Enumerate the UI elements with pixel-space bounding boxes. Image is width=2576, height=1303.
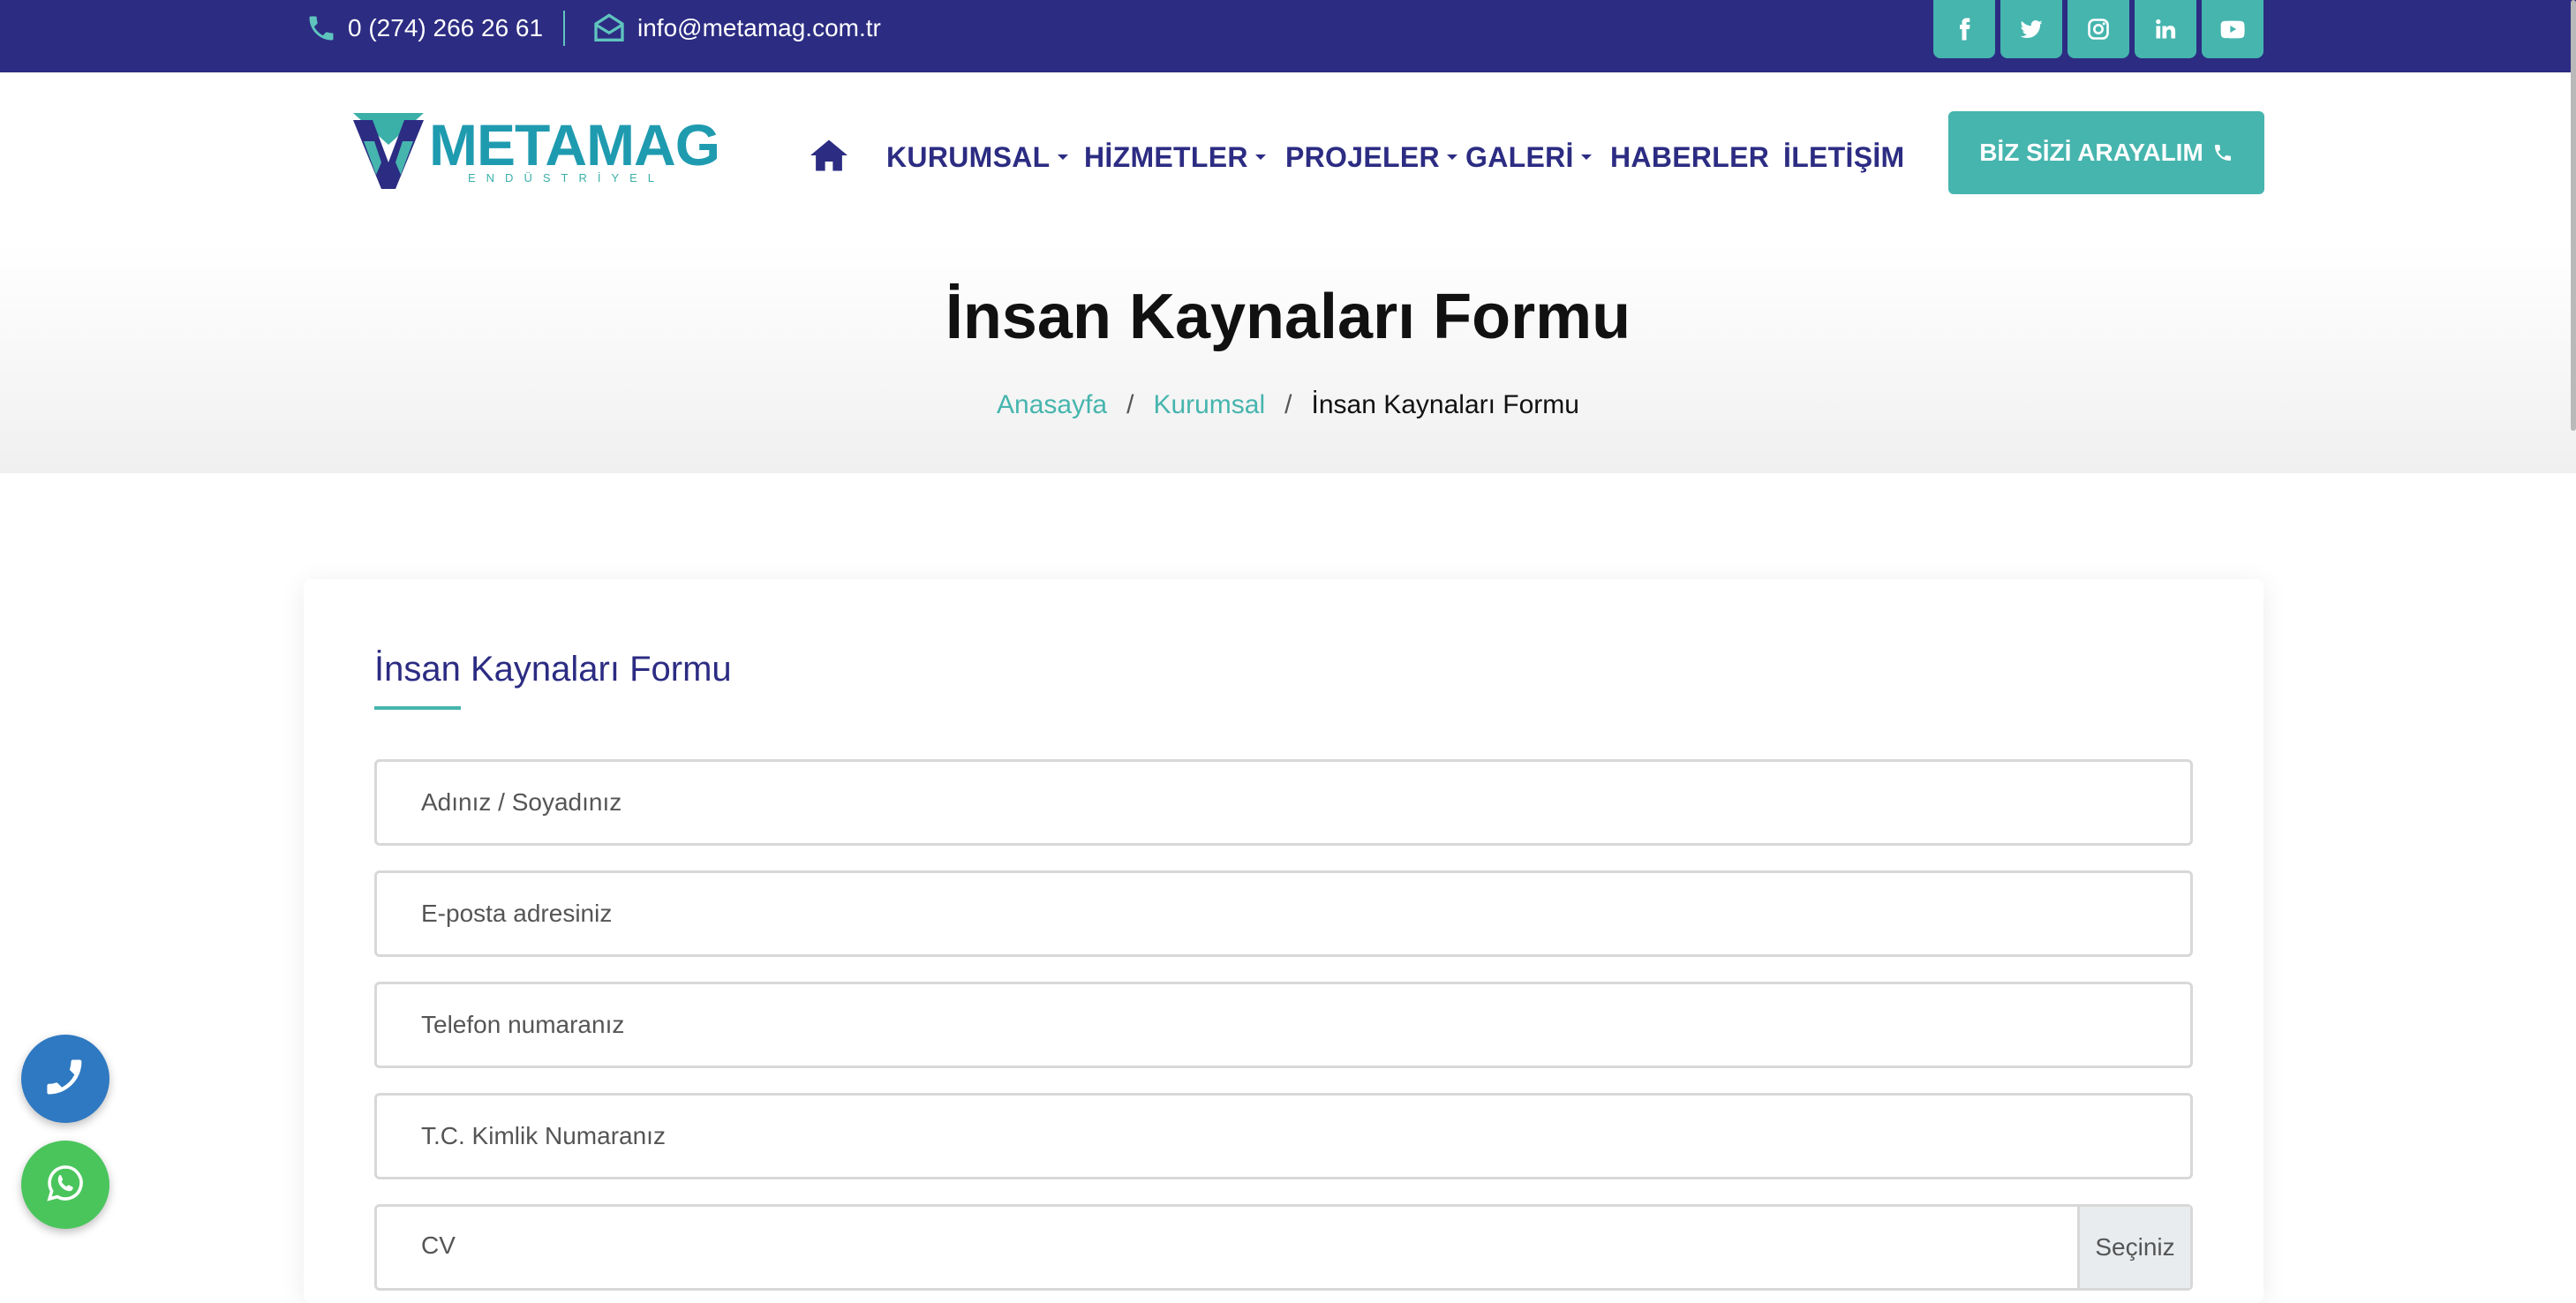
main-header: METAMAG ENDÜSTRİYEL KURUMSAL HİZMETLER P… [0, 72, 2576, 242]
cv-browse-button[interactable]: Seçiniz [2077, 1207, 2190, 1288]
caret-down-icon [1254, 154, 1266, 160]
nav-item-label: İLETİŞİM [1783, 140, 1905, 173]
nav-item-label: KURUMSAL [886, 140, 1051, 173]
breadcrumb-parent-link[interactable]: Kurumsal [1153, 390, 1265, 420]
breadcrumb-separator: / [1284, 390, 1292, 419]
nav-item-kurumsal[interactable]: KURUMSAL [886, 72, 1068, 242]
floating-call-button[interactable] [21, 1035, 109, 1123]
full-name-input[interactable] [374, 759, 2193, 846]
form-title-underline [374, 706, 461, 710]
nav-item-iletisim[interactable]: İLETİŞİM [1783, 72, 1905, 242]
caret-down-icon [1580, 154, 1592, 160]
floating-whatsapp-button[interactable] [21, 1141, 109, 1229]
twitter-icon [2018, 16, 2045, 42]
topbar-phone-link[interactable]: 0 (274) 266 26 61 [305, 0, 543, 56]
phone-icon [42, 1054, 88, 1104]
instagram-icon [2086, 17, 2111, 41]
breadcrumb-current: İnsan Kaynaları Formu [1311, 390, 1579, 419]
breadcrumb: Anasayfa / Kurumsal / İnsan Kaynaları Fo… [0, 390, 2576, 420]
nav-item-haberler[interactable]: HABERLER [1610, 72, 1769, 242]
youtube-icon [2218, 15, 2247, 43]
callback-button-label: BİZ SİZİ ARAYALIM [1979, 139, 2203, 166]
linkedin-icon [2153, 17, 2178, 41]
caret-down-icon [1446, 154, 1457, 160]
nav-item-label: HİZMETLER [1084, 140, 1248, 173]
nav-item-projeler[interactable]: PROJELER [1285, 72, 1457, 242]
twitter-link[interactable] [2000, 0, 2062, 58]
callback-request-button[interactable]: BİZ SİZİ ARAYALIM [1948, 111, 2264, 194]
hr-form-card: İnsan Kaynaları Formu CV Seçiniz [304, 579, 2263, 1303]
topbar-email-text: info@metamag.com.tr [637, 14, 881, 41]
breadcrumb-separator: / [1126, 390, 1134, 419]
home-icon [810, 138, 847, 177]
phone-input[interactable] [374, 982, 2193, 1068]
linkedin-link[interactable] [2135, 0, 2196, 58]
logo-subtitle: ENDÜSTRİYEL [468, 171, 666, 185]
youtube-link[interactable] [2202, 0, 2263, 58]
whatsapp-icon [44, 1162, 87, 1209]
instagram-link[interactable] [2068, 0, 2129, 58]
tc-id-input[interactable] [374, 1093, 2193, 1179]
top-bar: 0 (274) 266 26 61 info@metamag.com.tr [0, 0, 2576, 72]
site-logo[interactable]: METAMAG ENDÜSTRİYEL [351, 111, 720, 191]
breadcrumb-home-link[interactable]: Anasayfa [997, 390, 1107, 420]
nav-item-label: PROJELER [1285, 140, 1440, 173]
topbar-phone-text: 0 (274) 266 26 61 [348, 14, 544, 41]
page-scrollbar[interactable] [2571, 0, 2576, 431]
cv-file-input[interactable]: CV Seçiniz [374, 1204, 2193, 1291]
nav-item-hizmetler[interactable]: HİZMETLER [1084, 72, 1266, 242]
page-title: İnsan Kaynaları Formu [945, 282, 1631, 352]
facebook-link[interactable] [1933, 0, 1995, 58]
topbar-email-link[interactable]: info@metamag.com.tr [591, 0, 881, 56]
topbar-divider [563, 11, 565, 46]
phone-icon [2203, 142, 2233, 163]
facebook-icon [1951, 16, 1977, 42]
form-title: İnsan Kaynaları Formu [374, 650, 732, 689]
nav-home-link[interactable] [810, 72, 847, 242]
phone-icon [305, 12, 337, 44]
envelope-open-icon [591, 11, 627, 46]
caret-down-icon [1057, 154, 1068, 160]
nav-item-label: HABERLER [1610, 140, 1770, 173]
logo-mark-icon [351, 111, 426, 195]
page-title-band: İnsan Kaynaları Formu Anasayfa / Kurumsa… [0, 242, 2576, 473]
cv-file-label: CV [421, 1231, 456, 1259]
nav-item-galeri[interactable]: GALERİ [1465, 72, 1592, 242]
email-input[interactable] [374, 870, 2193, 957]
nav-item-label: GALERİ [1465, 140, 1574, 173]
logo-wordmark: METAMAG [429, 112, 720, 177]
